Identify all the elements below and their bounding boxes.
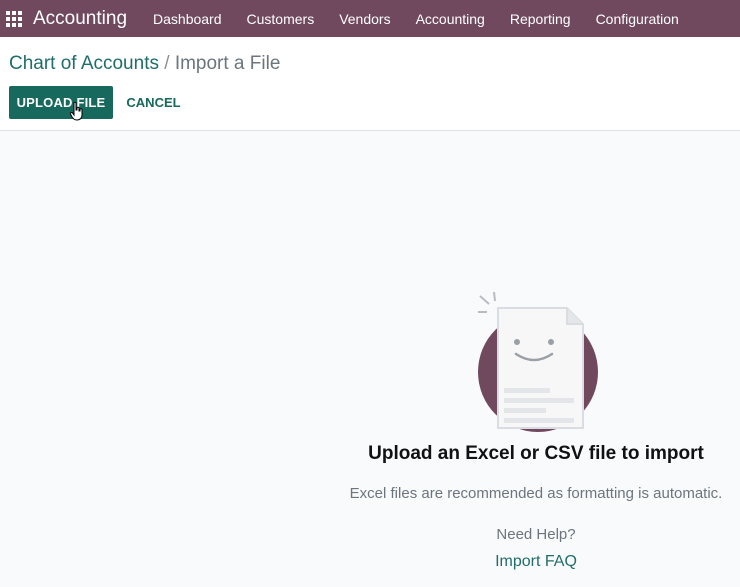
need-help-text: Need Help?: [496, 526, 576, 543]
menu-item-reporting[interactable]: Reporting: [510, 11, 571, 27]
import-faq-link[interactable]: Import FAQ: [300, 553, 740, 571]
app-name[interactable]: Accounting: [33, 8, 127, 30]
upload-file-button[interactable]: UPLOAD FILE: [9, 86, 113, 119]
pointer-cursor-icon: [70, 102, 83, 121]
file-illustration-icon: [478, 291, 598, 432]
menu-item-accounting[interactable]: Accounting: [416, 11, 485, 27]
top-navbar: Accounting Dashboard Customers Vendors A…: [0, 0, 740, 37]
empty-state-description: Excel files are recommended as formattin…: [349, 485, 723, 502]
empty-state-title: Upload an Excel or CSV file to import: [368, 443, 704, 464]
menu-item-configuration[interactable]: Configuration: [596, 11, 679, 27]
menu-item-customers[interactable]: Customers: [247, 11, 315, 27]
apps-grid-icon[interactable]: [6, 10, 22, 27]
breadcrumb-current: Import a File: [174, 53, 281, 74]
main-menu: Dashboard Customers Vendors Accounting R…: [153, 11, 704, 27]
menu-item-vendors[interactable]: Vendors: [339, 11, 390, 27]
breadcrumb-parent[interactable]: Chart of Accounts: [9, 53, 159, 74]
breadcrumb-separator: /: [164, 53, 170, 74]
control-panel: Chart of Accounts / Import a File UPLOAD…: [0, 37, 740, 131]
breadcrumb: Chart of Accounts / Import a File: [9, 53, 280, 75]
menu-item-dashboard[interactable]: Dashboard: [153, 11, 222, 27]
cancel-button[interactable]: CANCEL: [120, 86, 187, 119]
